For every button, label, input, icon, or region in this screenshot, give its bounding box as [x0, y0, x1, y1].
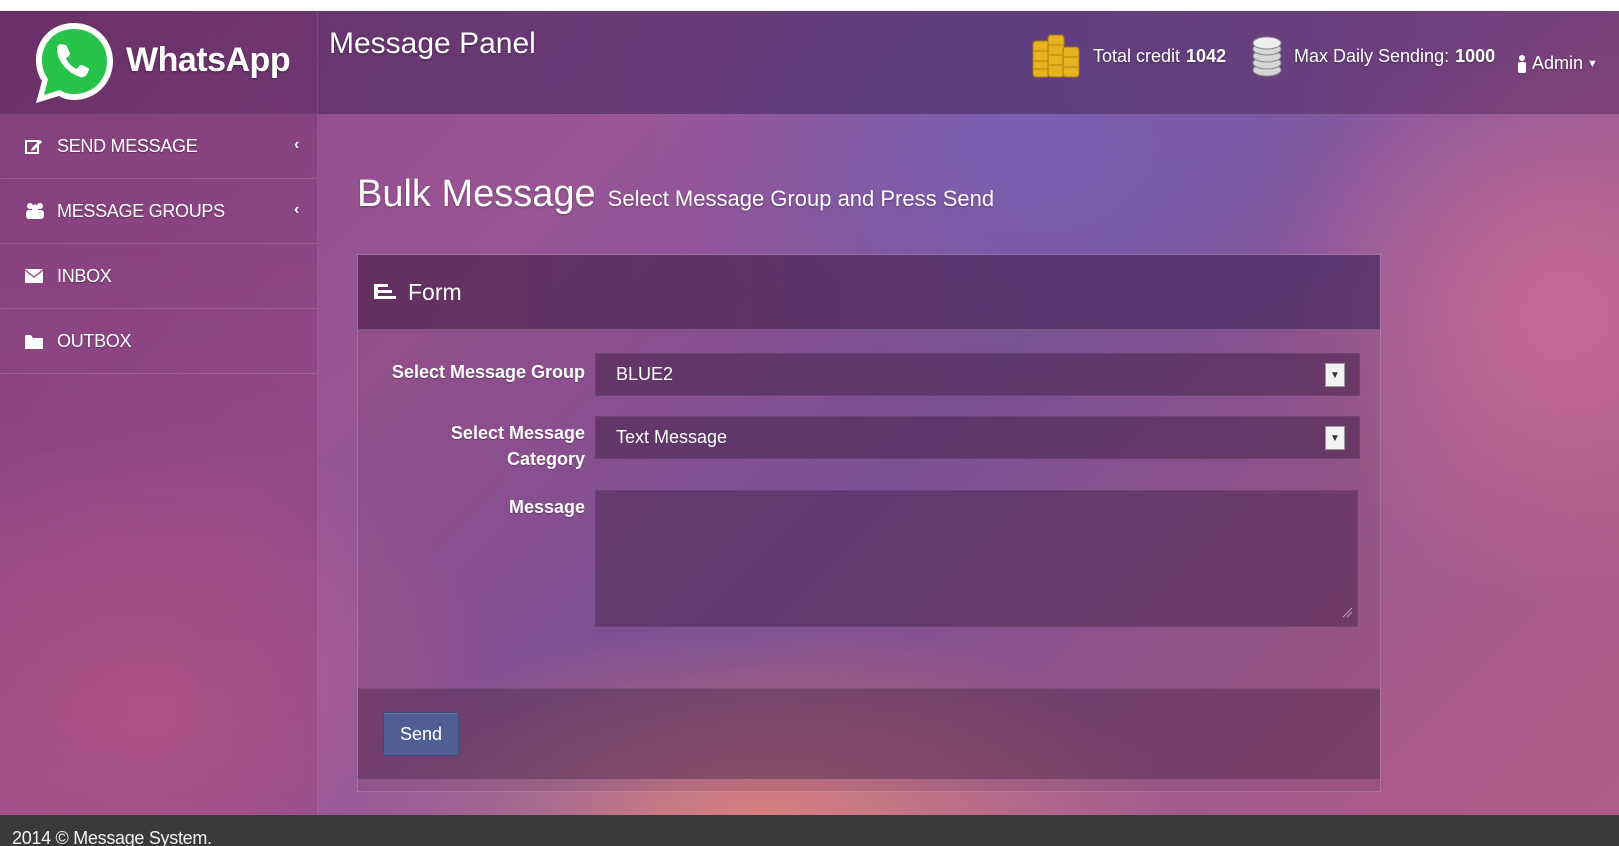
edit-icon [25, 138, 47, 154]
max-daily-sending: Max Daily Sending: 1000 [1250, 31, 1495, 81]
silver-coins-icon [1252, 36, 1282, 77]
page-footer: 2014 © Message System. [0, 815, 1619, 846]
sidebar-item-message-groups[interactable]: MESSAGE GROUPS ‹ [0, 179, 317, 244]
send-button[interactable]: Send [383, 712, 459, 756]
gold-coins-icon [1032, 34, 1080, 78]
message-group-value: BLUE2 [616, 364, 674, 384]
sidebar-item-label: MESSAGE GROUPS [57, 200, 225, 221]
sidebar-item-inbox[interactable]: INBOX [0, 244, 317, 309]
total-credit-value: 1042 [1186, 45, 1227, 66]
form-footer: Send [358, 688, 1380, 779]
category-label-line1: Select Message [450, 423, 585, 443]
resize-grip-icon[interactable] [1341, 606, 1353, 618]
chevron-left-icon: ‹ [293, 136, 299, 153]
page-title: Bulk Message [357, 173, 596, 215]
users-icon [25, 202, 47, 220]
brand[interactable]: WhatsApp [0, 11, 318, 115]
message-category-value: Text Message [616, 427, 728, 447]
footer-text: 2014 © Message System. [12, 828, 212, 846]
sidebar-item-outbox[interactable]: OUTBOX [0, 309, 317, 374]
caret-down-icon: ▼ [1587, 57, 1598, 70]
page-heading: Bulk Message Select Message Group and Pr… [357, 173, 994, 216]
folder-icon [25, 334, 47, 349]
bulk-message-form: Form Select Message Group BLUE2 ▼ Select… [357, 254, 1381, 792]
panel-title: Message Panel [329, 27, 536, 60]
category-label: Select Message Category [365, 420, 585, 472]
form-title: Form [408, 278, 462, 305]
sidebar-item-label: INBOX [57, 265, 112, 286]
category-label-line2: Category [506, 449, 585, 469]
sidebar-item-label: OUTBOX [57, 330, 132, 351]
dropdown-arrow-icon: ▼ [1325, 363, 1345, 387]
max-daily-label: Max Daily Sending: [1294, 45, 1450, 66]
app-shell: WhatsApp Message Panel Total credit 1042 [0, 11, 1619, 846]
envelope-icon [25, 269, 47, 283]
group-label: Select Message Group [391, 362, 585, 382]
message-group-select[interactable]: BLUE2 ▼ [595, 353, 1360, 396]
user-icon [1518, 54, 1526, 73]
top-header: WhatsApp Message Panel Total credit 1042 [0, 11, 1619, 115]
sidebar: SEND MESSAGE ‹ MESSAGE GROUPS ‹ INBOX OU… [0, 114, 318, 815]
message-category-select[interactable]: Text Message ▼ [595, 416, 1360, 459]
total-credit-label: Total credit [1093, 45, 1181, 66]
dropdown-arrow-icon: ▼ [1325, 426, 1345, 450]
chevron-left-icon: ‹ [293, 201, 299, 218]
admin-label: Admin [1532, 53, 1584, 73]
sidebar-item-label: SEND MESSAGE [57, 135, 198, 156]
max-daily-value: 1000 [1455, 45, 1496, 66]
message-label: Message [508, 497, 585, 517]
message-textarea[interactable] [595, 490, 1358, 627]
list-icon [374, 283, 396, 301]
admin-menu[interactable]: Admin ▼ [1516, 53, 1598, 74]
sidebar-item-send-message[interactable]: SEND MESSAGE ‹ [0, 114, 317, 179]
form-header: Form [358, 255, 1380, 330]
whatsapp-logo-icon [36, 23, 113, 103]
page-subtitle: Select Message Group and Press Send [607, 186, 995, 211]
total-credit: Total credit 1042 [1029, 31, 1226, 81]
brand-name: WhatsApp [126, 41, 291, 79]
